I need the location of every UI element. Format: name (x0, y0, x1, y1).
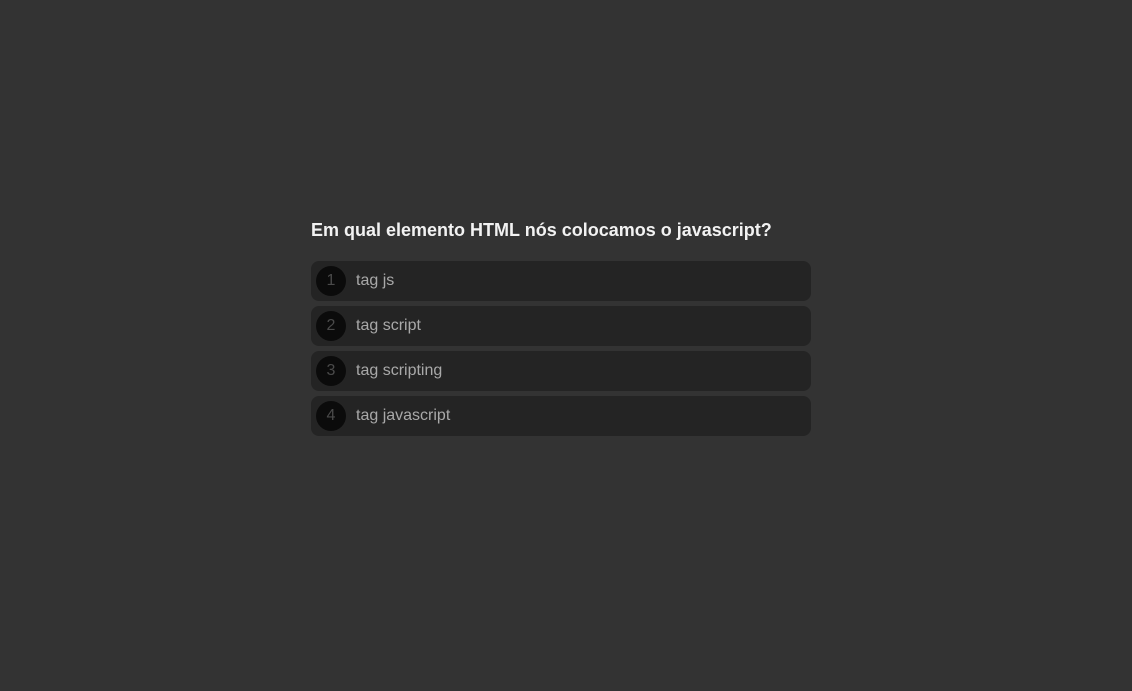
answer-options-list: 1 tag js 2 tag script 3 tag scripting 4 … (311, 261, 811, 436)
quiz-question: Em qual elemento HTML nós colocamos o ja… (311, 220, 772, 240)
option-number-badge: 1 (316, 266, 346, 296)
option-label: tag js (356, 272, 395, 289)
quiz-container: Em qual elemento HTML nós colocamos o ja… (311, 218, 811, 441)
answer-option-3[interactable]: 3 tag scripting (311, 351, 811, 391)
answer-option-2[interactable]: 2 tag script (311, 306, 811, 346)
option-label: tag javascript (356, 407, 451, 424)
option-number-badge: 3 (316, 356, 346, 386)
answer-option-1[interactable]: 1 tag js (311, 261, 811, 301)
option-label: tag script (356, 317, 421, 334)
option-number-badge: 4 (316, 401, 346, 431)
option-label: tag scripting (356, 362, 443, 379)
answer-option-4[interactable]: 4 tag javascript (311, 396, 811, 436)
option-number-badge: 2 (316, 311, 346, 341)
